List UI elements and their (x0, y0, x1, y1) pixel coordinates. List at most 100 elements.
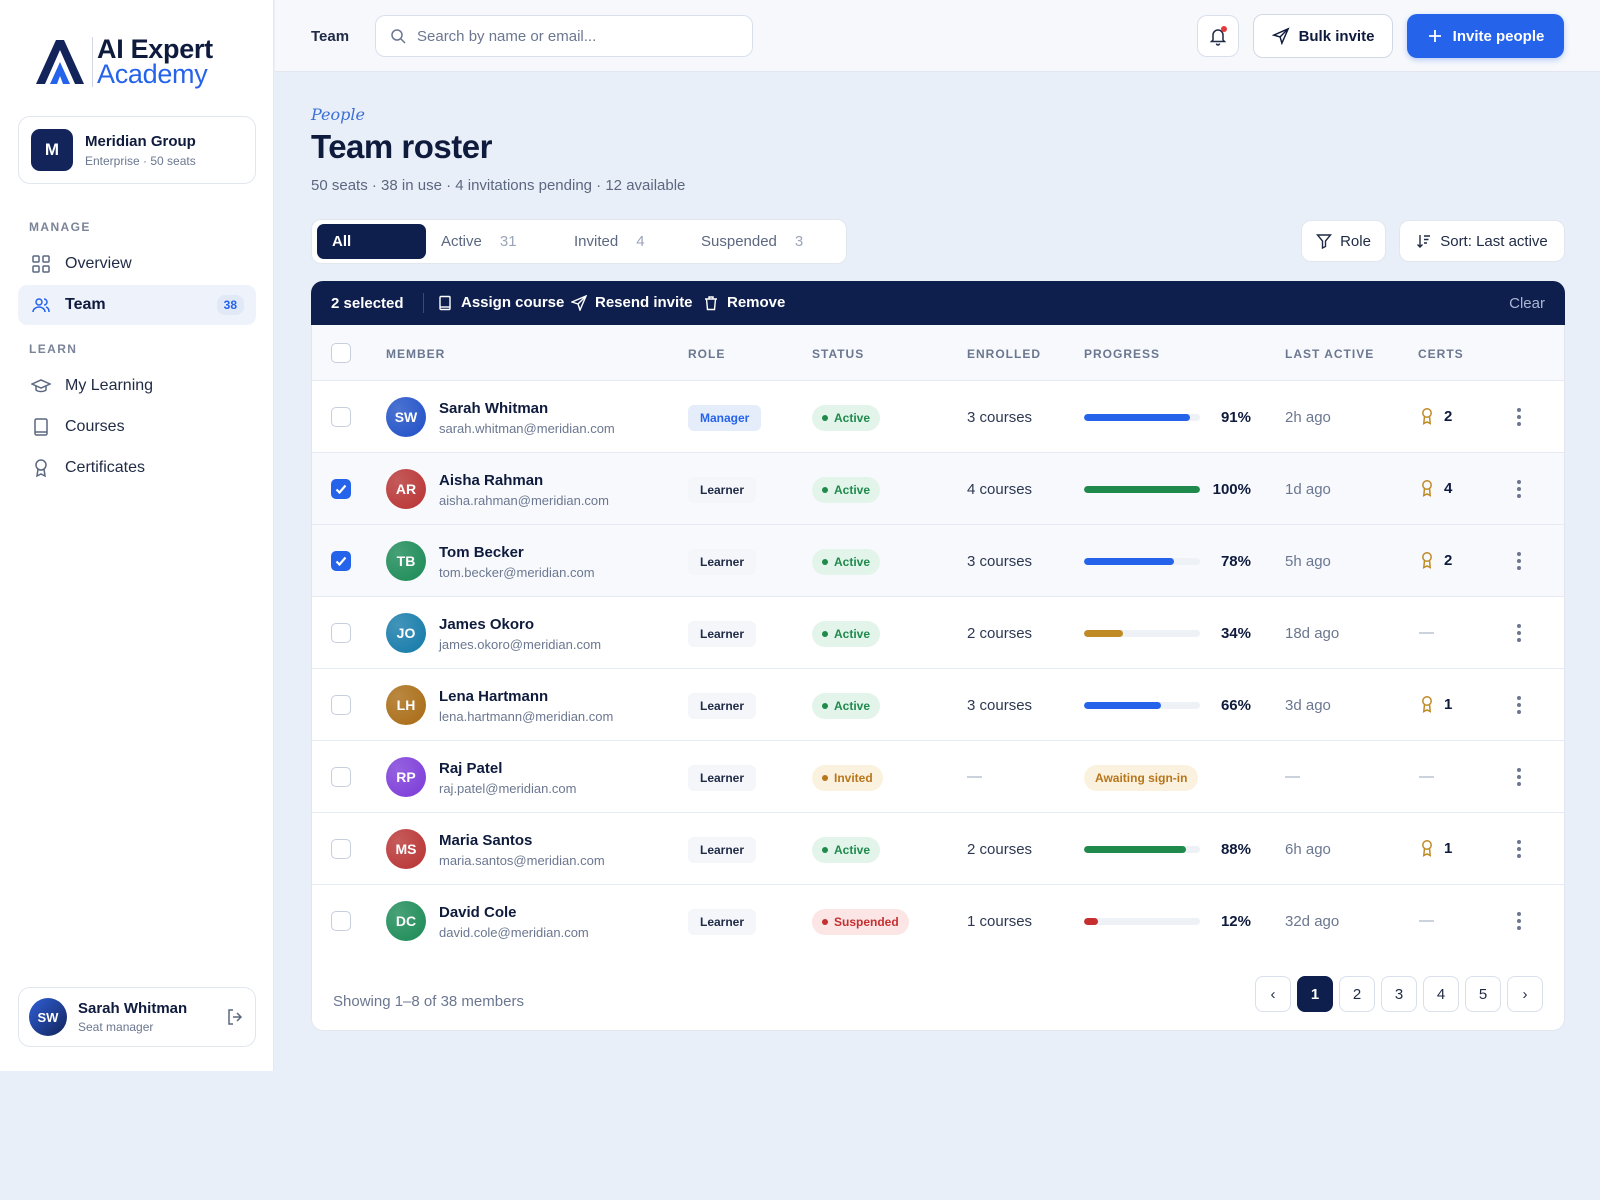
page-button-2[interactable]: 2 (1339, 976, 1375, 1012)
breadcrumb[interactable]: Team (311, 28, 349, 45)
table-row[interactable]: LH Lena Hartmann lena.hartmann@meridian.co… (312, 669, 1564, 741)
cert-count-group: 4 (1419, 479, 1452, 497)
member-email: david.cole@meridian.com (439, 925, 589, 940)
more-actions-icon[interactable] (1509, 765, 1529, 789)
member-name[interactable]: Lena Hartmann (439, 688, 548, 705)
more-actions-icon[interactable] (1509, 693, 1529, 717)
enrolled-count: 1 courses (967, 913, 1033, 930)
avatar: DC (386, 901, 426, 941)
column-header-certs[interactable]: CERTS (1418, 347, 1464, 361)
page-button-1[interactable]: 1 (1297, 976, 1333, 1012)
sidebar-item-label: Team (65, 296, 106, 313)
tab-count: 31 (499, 233, 517, 250)
org-switcher[interactable]: M Meridian Group Enterprise · 50 seats (18, 116, 256, 184)
table-row[interactable]: SW Sarah Whitman sarah.whitman@meridian.co… (312, 381, 1564, 453)
row-checkbox[interactable] (331, 695, 351, 715)
sidebar: AI Expert Academy M Meridian Group Enter… (0, 0, 274, 1071)
table-row[interactable]: RP Raj Patel raj.patel@meridian.com Learner… (312, 741, 1564, 813)
sidebar-item-certificates[interactable]: Certificates (18, 448, 256, 488)
column-header-role[interactable]: ROLE (688, 347, 725, 361)
table-row[interactable]: JO James Okoro james.okoro@meridian.com Lea… (312, 597, 1564, 669)
select-all-checkbox[interactable] (331, 343, 351, 363)
page-button-3[interactable]: 3 (1381, 976, 1417, 1012)
member-email: sarah.whitman@meridian.com (439, 421, 615, 436)
row-checkbox[interactable] (331, 911, 351, 931)
more-actions-icon[interactable] (1509, 477, 1529, 501)
tab-active[interactable]: Active 31 (441, 224, 517, 259)
column-header-member[interactable]: MEMBER (386, 347, 445, 361)
last-active: 2h ago (1285, 409, 1331, 426)
current-user-card[interactable]: SW Sarah Whitman Seat manager (18, 987, 256, 1047)
sidebar-item-my-learning[interactable]: My Learning (18, 366, 256, 406)
tab-invited[interactable]: Invited 4 (574, 224, 645, 259)
row-checkbox[interactable] (331, 551, 351, 571)
user-role: Seat manager (78, 1020, 154, 1034)
row-checkbox[interactable] (331, 407, 351, 427)
page-button-5[interactable]: 5 (1465, 976, 1501, 1012)
table-row[interactable]: AR Aisha Rahman aisha.rahman@meridian.com L… (312, 453, 1564, 525)
member-name[interactable]: James Okoro (439, 616, 534, 633)
cert-count: 1 (1444, 695, 1453, 713)
sort-button[interactable]: Sort: Last active (1399, 220, 1565, 262)
notifications-button[interactable] (1197, 15, 1239, 57)
sidebar-item-team[interactable]: Team 38 (18, 285, 256, 325)
member-name[interactable]: Maria Santos (439, 832, 532, 849)
column-header-enrolled[interactable]: ENROLLED (967, 347, 1041, 361)
page-button-4[interactable]: 4 (1423, 976, 1459, 1012)
bulk-invite-button[interactable]: Bulk invite (1253, 14, 1393, 58)
tab-label: Invited (574, 233, 619, 250)
row-checkbox[interactable] (331, 623, 351, 643)
member-name[interactable]: Sarah Whitman (439, 400, 548, 417)
page-subtitle: 50 seats · 38 in use · 4 invitations pen… (311, 177, 686, 194)
invite-people-button[interactable]: Invite people (1407, 14, 1564, 58)
more-actions-icon[interactable] (1509, 621, 1529, 645)
prev-page-button[interactable]: ‹ (1255, 976, 1291, 1012)
role-filter-button[interactable]: Role (1301, 220, 1386, 262)
more-actions-icon[interactable] (1509, 909, 1529, 933)
member-email: lena.hartmann@meridian.com (439, 709, 614, 724)
cert-count-group: 1 (1419, 695, 1452, 713)
member-name[interactable]: Aisha Rahman (439, 472, 543, 489)
row-checkbox[interactable] (331, 767, 351, 787)
org-plan: Enterprise · 50 seats (85, 153, 196, 168)
clear-selection-button[interactable]: Clear (1509, 295, 1545, 312)
column-header-status[interactable]: STATUS (812, 347, 864, 361)
row-checkbox[interactable] (331, 479, 351, 499)
sidebar-item-overview[interactable]: Overview (18, 244, 256, 284)
grid-icon (32, 255, 50, 273)
invite-people-label: Invite people (1452, 27, 1545, 45)
remove-label: Remove (727, 294, 786, 311)
next-page-button[interactable]: › (1507, 976, 1543, 1012)
assign-course-button[interactable]: Assign course (437, 294, 564, 311)
notification-dot (1221, 26, 1227, 32)
sidebar-item-courses[interactable]: Courses (18, 407, 256, 447)
awaiting-badge: Awaiting sign-in (1084, 765, 1199, 791)
logout-icon[interactable] (225, 1007, 245, 1027)
table-row[interactable]: MS Maria Santos maria.santos@meridian.com L… (312, 813, 1564, 885)
check-icon (335, 556, 347, 567)
search-input[interactable] (417, 27, 737, 45)
remove-button[interactable]: Remove (703, 294, 785, 311)
tab-suspended[interactable]: Suspended 3 (701, 224, 803, 259)
member-email: tom.becker@meridian.com (439, 565, 595, 580)
resend-invite-button[interactable]: Resend invite (571, 294, 693, 311)
more-actions-icon[interactable] (1509, 549, 1529, 573)
member-name[interactable]: David Cole (439, 904, 517, 921)
member-name[interactable]: Tom Becker (439, 544, 524, 561)
enrolled-count: 3 courses (967, 553, 1033, 570)
award-icon (1422, 552, 1432, 569)
table-row[interactable]: TB Tom Becker tom.becker@meridian.com Learn… (312, 525, 1564, 597)
member-name[interactable]: Raj Patel (439, 760, 502, 777)
brand-logo[interactable]: AI Expert Academy (32, 34, 213, 90)
row-checkbox[interactable] (331, 839, 351, 859)
column-header-progress[interactable]: PROGRESS (1084, 347, 1160, 361)
plus-icon (1428, 30, 1441, 42)
status-badge: Active (812, 477, 881, 503)
column-header-last-active[interactable]: LAST ACTIVE (1285, 347, 1374, 361)
more-actions-icon[interactable] (1509, 837, 1529, 861)
more-actions-icon[interactable] (1509, 405, 1529, 429)
status-badge: Active (812, 837, 881, 863)
tab-all[interactable]: All (317, 224, 426, 259)
search-box[interactable] (375, 15, 753, 57)
table-row[interactable]: DC David Cole david.cole@meridian.com Learn… (312, 885, 1564, 957)
